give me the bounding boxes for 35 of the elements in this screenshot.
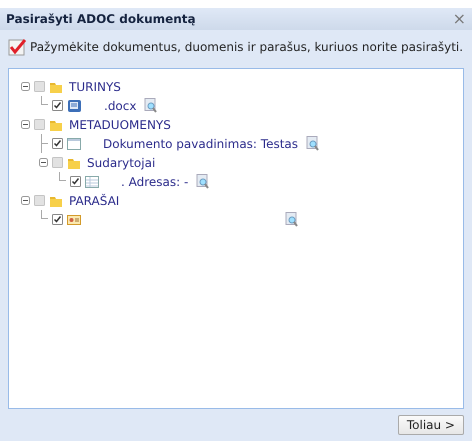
magnifier-icon[interactable] [285, 212, 299, 227]
window-title: Pasirašyti ADOC dokumentą [6, 12, 196, 26]
tree-line [41, 134, 48, 153]
magnifier-icon[interactable] [144, 98, 158, 113]
checkbox[interactable] [52, 157, 63, 168]
checkbox[interactable] [52, 100, 63, 111]
checkbox-tick-icon [8, 38, 26, 56]
item-label[interactable]: Dokumento pavadinimas: Testas [103, 136, 298, 150]
tree-line [41, 96, 48, 105]
table-icon [85, 176, 99, 188]
checkbox[interactable] [34, 81, 45, 92]
instruction-text: Pažymėkite dokumentus, duomenis ir parašus, kuriuos norite pasirašyti. [30, 40, 464, 54]
form-icon [67, 138, 81, 150]
collapse-icon[interactable] [21, 82, 30, 91]
collapse-icon[interactable] [21, 120, 30, 129]
checkbox[interactable] [70, 176, 81, 187]
item-label[interactable]: . Adresas: - [121, 174, 188, 188]
folder-label[interactable]: PARAŠAI [69, 194, 120, 208]
magnifier-icon[interactable] [306, 136, 320, 151]
next-button[interactable]: Toliau > [398, 415, 464, 435]
tree-line [59, 172, 66, 181]
folder-label[interactable]: METADUOMENYS [69, 118, 171, 132]
id-card-icon [67, 214, 81, 226]
checkbox[interactable] [52, 214, 63, 225]
checkbox[interactable] [52, 138, 63, 149]
folder-label[interactable]: Sudarytojai [87, 156, 156, 170]
folder-label[interactable]: TURINYS [69, 80, 121, 94]
collapse-icon[interactable] [39, 158, 48, 167]
tree-line [41, 210, 48, 219]
magnifier-icon[interactable] [196, 174, 210, 189]
item-label[interactable]: .docx [104, 98, 136, 112]
collapse-icon[interactable] [21, 196, 30, 205]
checkbox[interactable] [34, 195, 45, 206]
document-icon [67, 98, 82, 112]
checkbox[interactable] [34, 119, 45, 130]
